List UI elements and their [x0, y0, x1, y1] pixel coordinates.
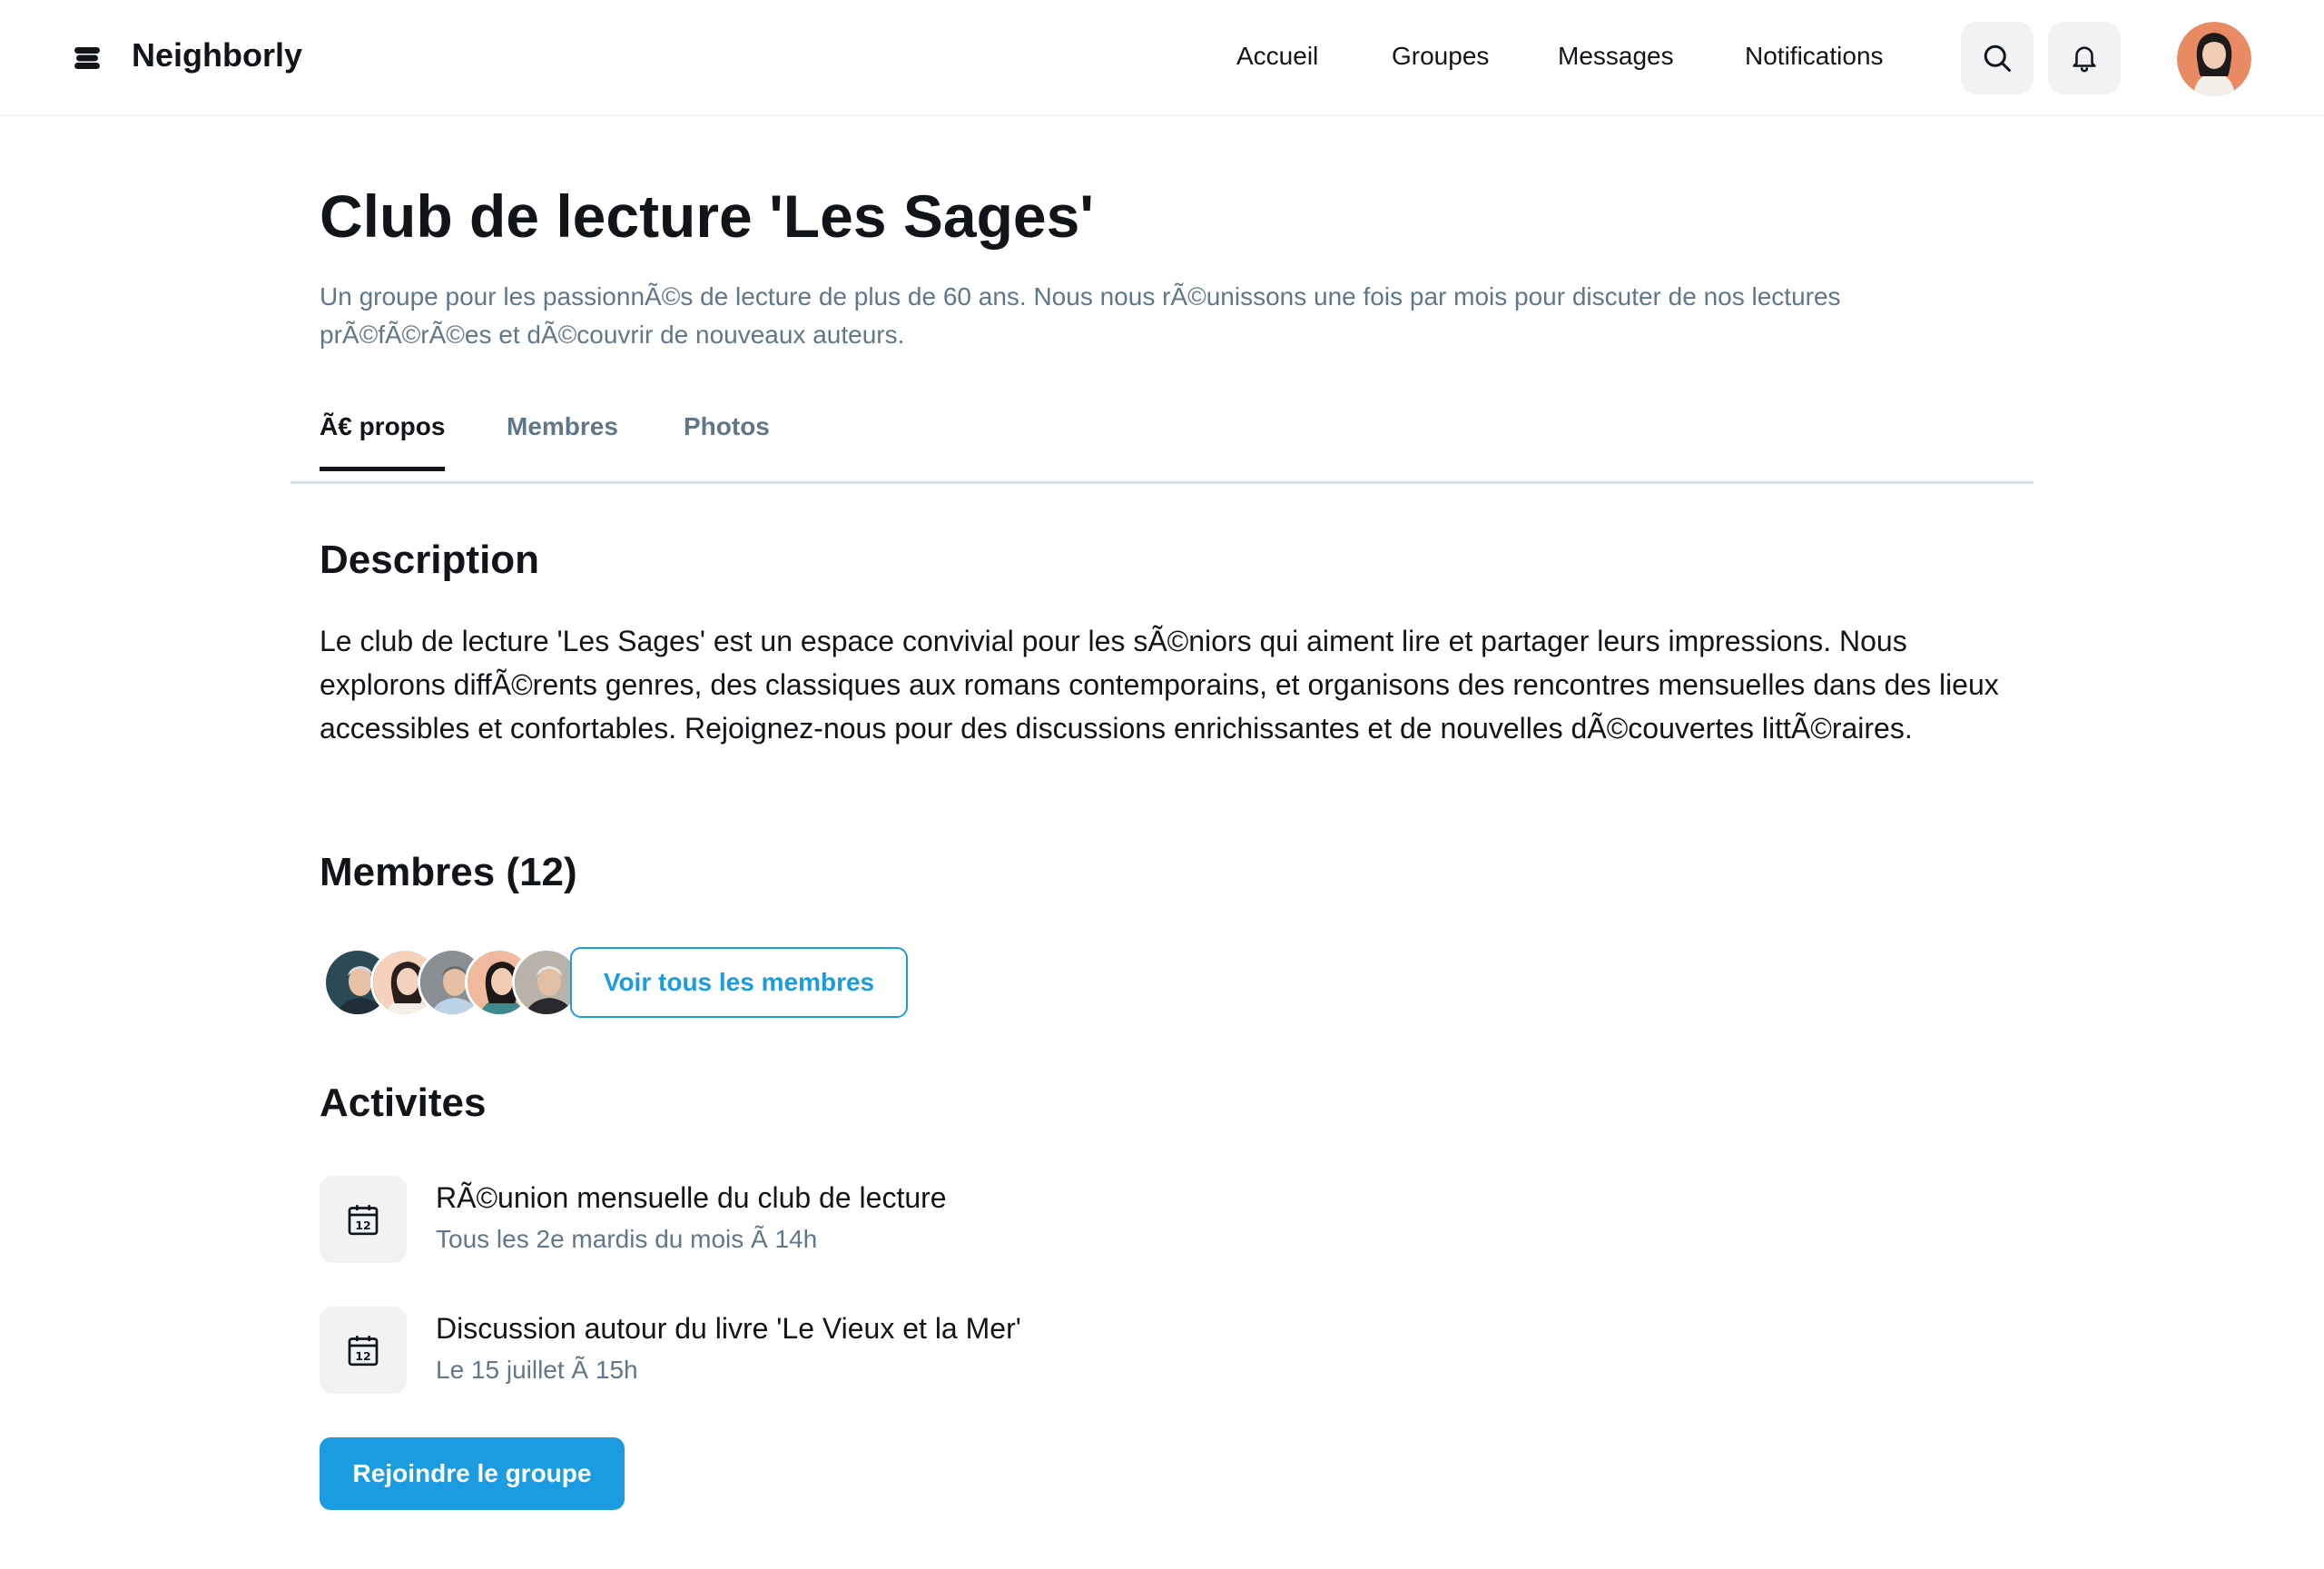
bell-icon	[2073, 46, 2096, 73]
activity-item[interactable]: 12 Discussion autour du livre 'Le Vieux …	[320, 1307, 1409, 1397]
activity-item[interactable]: 12 RÃ©union mensuelle du club de lecture…	[320, 1176, 1409, 1267]
description-heading: Description	[320, 538, 540, 582]
activity-title: RÃ©union mensuelle du club de lecture	[436, 1181, 947, 1214]
activity-schedule: Tous les 2e mardis du mois Ã 14h	[436, 1225, 818, 1253]
svg-text:12: 12	[355, 1349, 370, 1363]
tab-membres[interactable]: Membres	[507, 412, 618, 467]
see-all-members-button[interactable]: Voir tous les membres	[570, 947, 908, 1018]
brand-name[interactable]: Neighborly	[132, 36, 302, 74]
nav-accueil[interactable]: Accueil	[1236, 42, 1318, 71]
activity-schedule: Le 15 juillet Ã 15h	[436, 1356, 638, 1384]
search-icon	[1984, 44, 2011, 72]
top-nav-bar: Neighborly Accueil Groupes Messages Noti…	[0, 0, 2324, 116]
activities-heading: Activites	[320, 1081, 487, 1125]
svg-text:12: 12	[355, 1219, 370, 1232]
notifications-button[interactable]	[2048, 22, 2121, 94]
user-avatar[interactable]	[2177, 22, 2251, 96]
tab-photos[interactable]: Photos	[684, 412, 770, 467]
user-avatar-image	[2177, 22, 2251, 96]
join-group-button[interactable]: Rejoindre le groupe	[320, 1437, 625, 1510]
nav-notifications[interactable]: Notifications	[1745, 42, 1884, 71]
calendar-icon: 12	[348, 1205, 379, 1236]
calendar-icon-tile: 12	[320, 1307, 407, 1394]
tab-a-propos[interactable]: Ã€ propos	[320, 412, 446, 471]
nav-messages[interactable]: Messages	[1558, 42, 1674, 71]
nav-groupes[interactable]: Groupes	[1392, 42, 1489, 71]
calendar-icon-tile: 12	[320, 1176, 407, 1263]
calendar-icon: 12	[348, 1336, 379, 1367]
page-title: Club de lecture 'Les Sages'	[320, 183, 1095, 250]
logo-icon	[74, 47, 100, 69]
members-heading: Membres (12)	[320, 850, 577, 894]
group-subtitle: Un groupe pour les passionnÃ©s de lectur…	[320, 282, 1841, 349]
activity-title: Discussion autour du livre 'Le Vieux et …	[436, 1312, 1021, 1345]
search-button[interactable]	[1961, 22, 2034, 94]
tab-bar: Ã€ propos Membres Photos	[290, 400, 2034, 484]
description-text: Le club de lecture 'Les Sages' est un es…	[320, 625, 1999, 745]
